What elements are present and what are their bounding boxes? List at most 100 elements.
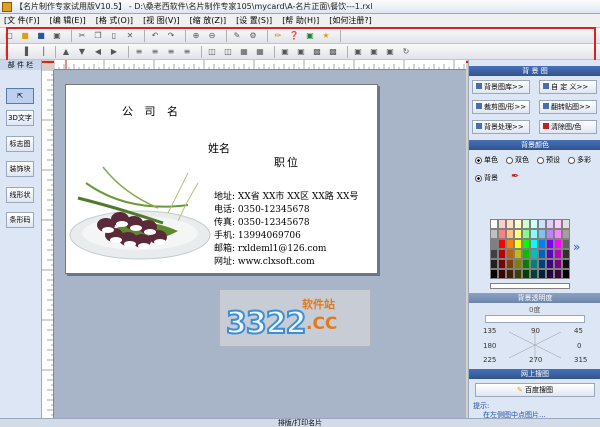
angle-315[interactable]: 315 (574, 356, 587, 364)
color-swatch[interactable] (506, 259, 514, 269)
menu-file[interactable]: [文 件(F)] (4, 15, 40, 26)
color-swatch[interactable] (514, 239, 522, 249)
color-swatch[interactable] (530, 249, 538, 259)
color-palette[interactable] (490, 219, 570, 279)
color-swatch[interactable] (498, 229, 506, 239)
color-swatch[interactable] (506, 269, 514, 279)
color-swatch[interactable] (554, 249, 562, 259)
color-swatch[interactable] (498, 259, 506, 269)
color-mode-multi-radio[interactable]: 多彩 (568, 155, 591, 165)
fax-text[interactable]: 传真: 0350-12345678 (214, 215, 310, 228)
color-swatch[interactable] (490, 229, 498, 239)
color-swatch[interactable] (538, 219, 546, 229)
color-swatch[interactable] (538, 239, 546, 249)
menu-view[interactable]: [视 图(V)] (143, 15, 180, 26)
color-swatch[interactable] (490, 249, 498, 259)
color-swatch[interactable] (562, 269, 570, 279)
color-swatch[interactable] (490, 269, 498, 279)
menu-format[interactable]: [格 式(O)] (96, 15, 133, 26)
email-text[interactable]: 邮箱: rxldeml1@126.com (214, 241, 326, 254)
color-swatch[interactable] (522, 229, 530, 239)
flip-bg-button[interactable]: 翻转贴图>> (539, 100, 597, 114)
color-swatch[interactable] (490, 239, 498, 249)
website-text[interactable]: 网址: www.clxsoft.com (214, 254, 315, 267)
food-photo[interactable] (68, 153, 218, 268)
color-swatch[interactable] (562, 249, 570, 259)
3d-text-button[interactable]: 3D文字 (6, 110, 34, 126)
phone-text[interactable]: 电话: 0350-12345678 (214, 202, 310, 215)
color-swatch[interactable] (498, 239, 506, 249)
color-swatch[interactable] (506, 239, 514, 249)
angle-0[interactable]: 0 (577, 342, 581, 350)
color-swatch[interactable] (506, 229, 514, 239)
color-swatch[interactable] (522, 219, 530, 229)
address-text[interactable]: 地址: XX省 XX市 XX区 XX路 XX号 (214, 189, 358, 202)
color-swatch[interactable] (538, 259, 546, 269)
baidu-search-button[interactable]: ✎ 百度搜图 (475, 383, 595, 397)
color-swatch[interactable] (538, 269, 546, 279)
color-swatch[interactable] (562, 239, 570, 249)
menu-settings[interactable]: [设 置(S)] (236, 15, 272, 26)
color-swatch[interactable] (546, 239, 554, 249)
color-swatch[interactable] (506, 249, 514, 259)
color-swatch[interactable] (522, 269, 530, 279)
angle-dial[interactable] (499, 330, 571, 360)
color-swatch[interactable] (498, 219, 506, 229)
color-swatch[interactable] (562, 259, 570, 269)
color-swatch[interactable] (562, 229, 570, 239)
mobile-text[interactable]: 手机: 13994069706 (214, 228, 301, 241)
color-swatch[interactable] (546, 269, 554, 279)
color-swatch[interactable] (522, 259, 530, 269)
clear-bg-button[interactable]: 清除图/色 (539, 120, 597, 134)
color-mode-single-radio[interactable]: 单色 (475, 155, 498, 165)
color-swatch[interactable] (490, 219, 498, 229)
crop-bg-button[interactable]: 裁剪图/形>> (472, 100, 530, 114)
angle-225[interactable]: 225 (483, 356, 496, 364)
color-swatch[interactable] (530, 229, 538, 239)
color-swatch[interactable] (490, 259, 498, 269)
menu-edit[interactable]: [编 辑(E)] (50, 15, 86, 26)
color-swatch[interactable] (554, 219, 562, 229)
menu-register[interactable]: [如何注册?] (329, 15, 372, 26)
angle-180[interactable]: 180 (483, 342, 496, 350)
color-swatch[interactable] (498, 269, 506, 279)
angle-135[interactable]: 135 (483, 327, 496, 335)
bg-process-button[interactable]: 背景处理>> (472, 120, 530, 134)
color-swatch[interactable] (514, 259, 522, 269)
color-swatch[interactable] (530, 269, 538, 279)
color-swatch[interactable] (530, 219, 538, 229)
transparency-slider[interactable] (485, 315, 585, 323)
color-swatch[interactable] (562, 219, 570, 229)
color-swatch[interactable] (530, 259, 538, 269)
color-swatch[interactable] (554, 269, 562, 279)
line-shape-button[interactable]: 线形状 (6, 187, 34, 203)
color-swatch[interactable] (546, 249, 554, 259)
company-name-text[interactable]: 公 司 名 (122, 103, 182, 119)
custom-bg-button[interactable]: 自 定 义>> (539, 80, 597, 94)
color-swatch[interactable] (514, 249, 522, 259)
color-swatch[interactable] (554, 259, 562, 269)
color-swatch[interactable] (554, 229, 562, 239)
barcode-button[interactable]: 条形码 (6, 212, 34, 228)
color-swatch[interactable] (538, 249, 546, 259)
color-swatch[interactable] (514, 229, 522, 239)
angle-45[interactable]: 45 (574, 327, 583, 335)
color-mode-dual-radio[interactable]: 双色 (506, 155, 529, 165)
color-swatch[interactable] (498, 249, 506, 259)
business-card[interactable]: 公 司 名 姓名 职位 地址: XX省 XX市 XX区 XX路 XX号 电话: … (65, 84, 378, 274)
eyedropper-icon[interactable]: ✒ (511, 171, 519, 182)
expand-palette-icon[interactable]: » (573, 240, 580, 254)
logo-button[interactable]: 标志图 (6, 136, 34, 152)
decoration-block-button[interactable]: 装饰块 (6, 161, 34, 177)
color-mode-preset-radio[interactable]: 预设 (537, 155, 560, 165)
color-swatch[interactable] (554, 239, 562, 249)
color-swatch[interactable] (506, 219, 514, 229)
color-swatch[interactable] (546, 219, 554, 229)
color-swatch[interactable] (546, 229, 554, 239)
bg-target-radio[interactable]: 背景 (475, 173, 498, 183)
menu-help[interactable]: [帮 助(H)] (282, 15, 319, 26)
color-swatch[interactable] (546, 259, 554, 269)
color-swatch[interactable] (530, 239, 538, 249)
color-swatch[interactable] (514, 219, 522, 229)
bg-library-button[interactable]: 背景图库>> (472, 80, 530, 94)
